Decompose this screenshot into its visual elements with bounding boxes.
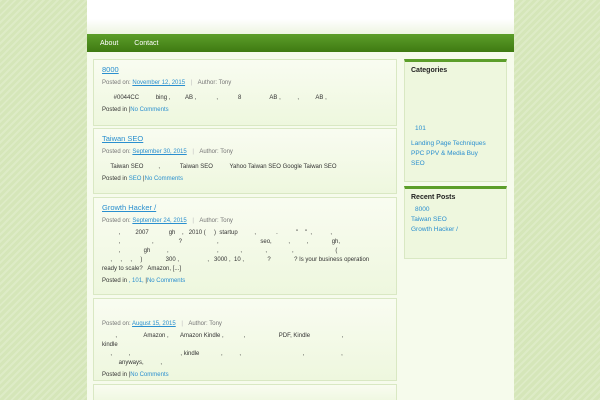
posted-on-label: Posted on: (102, 80, 131, 86)
categories-widget: Categories 101 Landing Page Techniques P… (404, 59, 507, 182)
category-item: Landing Page Techniques (411, 139, 500, 149)
post-footer: Posted in |No Comments (102, 107, 388, 113)
post-meta: Posted on: August 15, 2015 | Author: Ton… (102, 320, 388, 329)
post-card: 8000 Posted on: November 12, 2015 | Auth… (93, 59, 397, 126)
recent-posts-heading: Recent Posts (411, 194, 456, 201)
post-date[interactable]: November 12, 2015 (132, 80, 185, 86)
post-author: Tony (209, 321, 222, 327)
post-meta: Posted on: November 12, 2015 | Author: T… (102, 79, 388, 88)
posted-in-label: Posted in (102, 107, 128, 113)
main-nav: About Contact (87, 34, 514, 52)
posted-on-label: Posted on: (102, 218, 131, 224)
site-header (87, 0, 514, 34)
recent-posts-widget: Recent Posts 8000 Taiwan SEO Growth Hack… (404, 186, 507, 259)
post-excerpt: Taiwan SEO , Taiwan SEO Yahoo Taiwan SEO… (102, 164, 337, 170)
posted-in-label: Posted in (102, 176, 128, 182)
categories-list: 101 Landing Page Techniques PPC PPV & Me… (411, 124, 500, 169)
post-meta: Posted on: September 30, 2015 | Author: … (102, 148, 388, 157)
category-item: 101 (411, 124, 500, 134)
post-categories[interactable]: SEO (129, 176, 142, 182)
recent-posts-list: 8000 Taiwan SEO Growth Hacker / (411, 205, 500, 235)
post-card: Growth Hacker / Posted on: September 24,… (93, 197, 397, 295)
post-author: Tony (218, 80, 232, 86)
recent-post-link[interactable]: 8000 (415, 206, 429, 213)
posted-on-label: Posted on: (102, 321, 131, 327)
post-card: Taiwan SEO Posted on: September 30, 2015… (93, 128, 397, 194)
meta-divider: | (192, 218, 194, 224)
category-item: PPC PPV & Media Buy (411, 149, 500, 159)
post-excerpt: , 2007 gh , 2010 ( ) startup , . " " , ,… (102, 230, 370, 272)
meta-divider: | (192, 149, 194, 155)
recent-post-link[interactable]: Growth Hacker / (411, 226, 458, 233)
post-footer: Posted in SEO |No Comments (102, 176, 388, 182)
post-date[interactable]: August 15, 2015 (132, 321, 176, 327)
comments-link[interactable]: No Comments (145, 176, 183, 182)
comments-link[interactable]: No Comments (147, 278, 185, 284)
nav-contact[interactable]: Contact (134, 40, 158, 47)
comments-link[interactable]: No Comments (130, 107, 168, 113)
nav-about[interactable]: About (100, 40, 118, 47)
post-excerpt: , Amazon , Amazon Kindle , , PDF, Kindle… (102, 333, 344, 366)
post-footer: Posted in |No Comments (102, 372, 388, 378)
recent-post-item: 8000 (411, 205, 500, 215)
meta-divider: | (190, 80, 193, 86)
category-link[interactable]: Landing Page Techniques (411, 140, 486, 147)
post-footer: Posted in , 101, |No Comments (102, 278, 388, 284)
post-title[interactable]: 8000 (102, 64, 388, 75)
author-label: Author: (197, 80, 217, 86)
post-date[interactable]: September 24, 2015 (132, 218, 186, 224)
page-wrapper: About Contact 8000 Posted on: November 1… (87, 0, 514, 400)
category-link[interactable]: SEO (411, 160, 425, 167)
post-date[interactable]: September 30, 2015 (132, 149, 186, 155)
author-label: Author: (199, 149, 219, 155)
post-excerpt: #0044CC bing , AB , , 8 AB , , AB , (102, 95, 327, 101)
comments-link[interactable]: No Comments (130, 372, 168, 378)
recent-post-link[interactable]: Taiwan SEO (411, 216, 447, 223)
posted-in-label: Posted in (102, 278, 128, 284)
post-meta: Posted on: September 24, 2015 | Author: … (102, 217, 388, 226)
post-author: Tony (220, 149, 233, 155)
recent-post-item: Taiwan SEO (411, 215, 500, 225)
category-link[interactable]: PPC PPV & Media Buy (411, 150, 478, 157)
post-title[interactable]: Growth Hacker / (102, 202, 388, 213)
category-link[interactable]: 101 (415, 125, 426, 132)
posted-in-label: Posted in (102, 372, 128, 378)
author-label: Author: (188, 321, 208, 327)
post-author: Tony (220, 218, 233, 224)
post-title[interactable]: Taiwan SEO (102, 133, 388, 144)
category-item: SEO (411, 159, 500, 169)
post-card: Posted on: August 15, 2015 | Author: Ton… (93, 298, 397, 381)
posted-on-label: Posted on: (102, 149, 131, 155)
post-card (93, 384, 397, 400)
author-label: Author: (199, 218, 219, 224)
recent-post-item: Growth Hacker / (411, 225, 500, 235)
categories-heading: Categories (411, 67, 448, 74)
meta-divider: | (181, 321, 183, 327)
post-categories[interactable]: , 101, (129, 278, 144, 284)
